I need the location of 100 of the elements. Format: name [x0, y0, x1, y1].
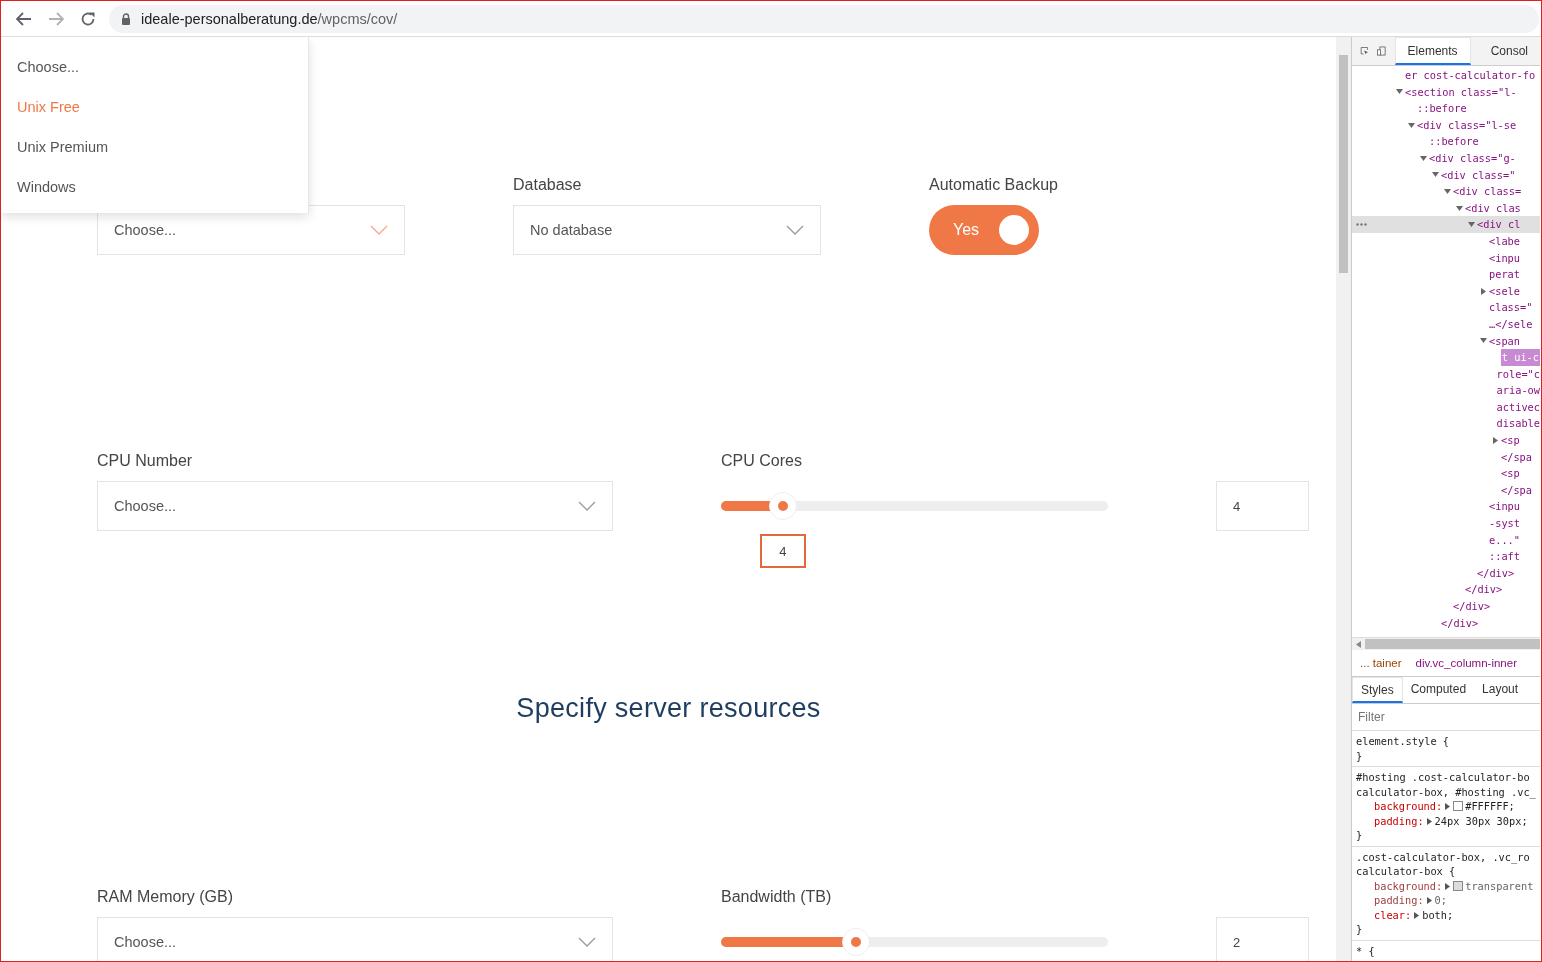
device-icon[interactable]	[1377, 43, 1387, 59]
number-input[interactable]: 2	[1216, 917, 1309, 961]
expand-caret-icon[interactable]	[1445, 882, 1451, 890]
dom-code-line[interactable]: <section class="l-	[1405, 83, 1517, 101]
dom-code-line[interactable]: <div class="	[1441, 166, 1516, 184]
dropdown-option[interactable]: Unix Premium	[1, 127, 308, 167]
css-line: calculator-box {	[1356, 864, 1457, 879]
color-swatch-icon[interactable]	[1453, 880, 1464, 891]
expanded-caret-icon[interactable]	[1432, 171, 1439, 179]
dom-code-line[interactable]: <sp	[1501, 465, 1520, 482]
number-input[interactable]: 4	[1216, 481, 1309, 531]
dom-code-line[interactable]: perat	[1489, 266, 1520, 283]
styles-tab[interactable]: Styles	[1352, 677, 1403, 703]
expanded-caret-icon[interactable]	[1444, 187, 1451, 195]
expand-caret-icon[interactable]	[1426, 817, 1432, 825]
css-line: }	[1356, 828, 1364, 843]
dom-code-line[interactable]: <sele	[1489, 282, 1520, 300]
css-property[interactable]: background:	[1374, 879, 1443, 892]
color-swatch-icon[interactable]	[1453, 801, 1464, 811]
dom-code-line[interactable]: <div class=	[1453, 183, 1522, 200]
dom-code-line[interactable]: </div>	[1453, 598, 1491, 615]
dom-code-line[interactable]: <span	[1489, 332, 1520, 350]
css-line: #hosting .cost-calculator-bo	[1356, 770, 1531, 785]
field-label: Bandwidth (TB)	[721, 888, 833, 907]
breadcrumb[interactable]: div.vc_column-inner	[1415, 657, 1517, 669]
dom-code-line[interactable]: aria-ow	[1496, 382, 1540, 399]
field-label: Automatic Backup	[929, 176, 1059, 195]
select-dropdown[interactable]: No database	[513, 205, 821, 255]
chevron-icon	[370, 225, 388, 235]
collapsed-caret-icon[interactable]	[1480, 287, 1487, 295]
chevron-icon	[578, 937, 596, 947]
dom-code-line[interactable]: -syst	[1489, 515, 1520, 532]
chevron-icon	[786, 225, 804, 235]
horizontal-scrollbar[interactable]	[1365, 639, 1540, 649]
css-value[interactable]: 24px 30px 30px;	[1434, 814, 1528, 827]
expand-caret-icon[interactable]	[1445, 803, 1451, 810]
expanded-caret-icon[interactable]	[1408, 121, 1415, 129]
expanded-caret-icon[interactable]	[1456, 204, 1463, 212]
dom-code-line[interactable]: disable	[1496, 415, 1540, 433]
select-dropdown[interactable]: Choose...	[97, 917, 613, 961]
scroll-left-icon[interactable]	[1356, 640, 1361, 648]
expanded-caret-icon[interactable]	[1480, 337, 1487, 345]
dom-code-line[interactable]: <div clas	[1465, 199, 1521, 217]
dom-code-line[interactable]: …</sele	[1489, 315, 1533, 333]
dom-code-line[interactable]: ::before	[1417, 100, 1467, 117]
more-dots-icon[interactable]	[1356, 223, 1367, 227]
styles-tab[interactable]: Layout	[1474, 677, 1527, 703]
css-property[interactable]: clear:	[1374, 908, 1412, 921]
css-line: element.style {	[1356, 734, 1450, 749]
dom-code-line[interactable]: </div>	[1441, 614, 1479, 632]
select-dropdown[interactable]: Choose...	[97, 481, 613, 531]
css-line: calculator-box, #hosting .vc_	[1356, 784, 1536, 799]
scrollbar[interactable]	[1336, 37, 1351, 961]
dom-code-line[interactable]: <inpu	[1489, 249, 1520, 267]
dom-code-line[interactable]: </div>	[1477, 564, 1515, 582]
dropdown-option[interactable]: Choose...	[1, 47, 308, 87]
slider-track[interactable]	[721, 928, 1108, 956]
dom-code-line[interactable]: <div class="g-	[1429, 149, 1516, 167]
dom-code-line[interactable]: <labe	[1489, 232, 1520, 250]
lock-icon	[121, 12, 131, 25]
field-label: CPU Cores	[721, 452, 803, 471]
dom-code-line[interactable]: <div class="l-se	[1417, 116, 1517, 134]
dom-code-line[interactable]: e..."	[1489, 531, 1520, 549]
dom-code-line[interactable]: </spa	[1501, 448, 1532, 466]
styles-tab[interactable]: Computed	[1402, 677, 1475, 703]
expanded-caret-icon[interactable]	[1396, 88, 1403, 96]
field-label: CPU Number	[97, 452, 194, 471]
slider-handle[interactable]	[842, 928, 871, 956]
slider-track[interactable]	[721, 492, 1108, 520]
dom-code-line[interactable]: ::before	[1429, 133, 1479, 150]
devtools-tab[interactable]: Elements	[1394, 37, 1471, 65]
dom-code-line[interactable]: <inpu	[1489, 498, 1520, 516]
dom-code-line[interactable]: </spa	[1501, 481, 1532, 499]
dropdown-option[interactable]: Windows	[1, 167, 308, 207]
section-heading: Specify server resources	[515, 693, 822, 724]
expanded-caret-icon[interactable]	[1420, 154, 1427, 162]
value-tooltip: 4	[759, 534, 806, 568]
dom-code-line[interactable]: er cost-calculator-fo	[1405, 67, 1536, 84]
dom-code-line[interactable]: ::aft	[1489, 548, 1520, 565]
expanded-caret-icon[interactable]	[1468, 221, 1475, 229]
css-value[interactable]: #FFFFFF;	[1465, 800, 1515, 812]
collapsed-caret-icon[interactable]	[1492, 436, 1499, 444]
css-value[interactable]: 0;	[1434, 894, 1447, 906]
dom-code-line[interactable]: class="	[1489, 299, 1533, 316]
dom-code-line[interactable]: </div>	[1465, 581, 1503, 598]
breadcrumb[interactable]: ... tainer	[1360, 657, 1402, 669]
css-line: }	[1356, 748, 1364, 763]
dom-code-line[interactable]: activec	[1496, 398, 1540, 416]
css-value[interactable]: transparent	[1465, 879, 1534, 892]
css-line: .cost-calculator-box, .vc_ro	[1356, 849, 1531, 864]
dom-code-line[interactable]: role="c	[1496, 365, 1540, 383]
css-line: }	[1356, 922, 1364, 937]
dom-code-line[interactable]: <sp	[1501, 432, 1520, 449]
css-property[interactable]: background:	[1374, 800, 1443, 812]
css-property[interactable]: padding:	[1374, 894, 1424, 906]
css-property[interactable]: padding:	[1374, 814, 1424, 827]
css-value[interactable]: both;	[1422, 908, 1454, 921]
devtools-tab[interactable]: Consol	[1478, 37, 1540, 65]
address-bar[interactable]: ideale-personalberatung.de/wpcms/cov/	[109, 4, 1539, 33]
slider-handle[interactable]	[768, 492, 797, 520]
